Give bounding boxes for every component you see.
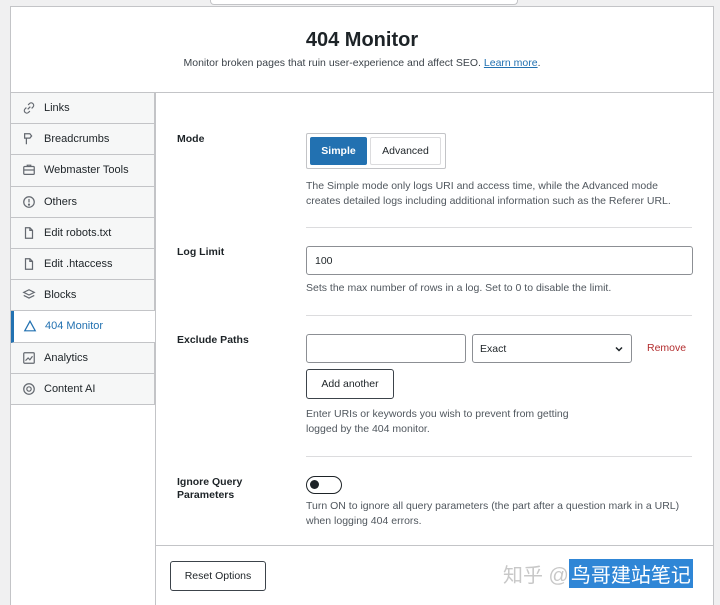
subtitle-text: Monitor broken pages that ruin user-expe…: [183, 57, 481, 69]
sidebar-item-label: Links: [44, 102, 70, 115]
log-limit-label: Log Limit: [177, 246, 225, 258]
exclude-paths-description: Enter URIs or keywords you wish to preve…: [306, 407, 569, 437]
page-title: 404 Monitor: [305, 29, 419, 51]
divider: [306, 315, 692, 316]
sidebar-item-label: Others: [44, 195, 78, 208]
ignore-query-label: Ignore Query Parameters: [177, 476, 277, 502]
reset-options-button[interactable]: Reset Options: [170, 561, 266, 591]
match-type-value: Exact: [480, 342, 507, 355]
sidebar-item-webmaster-tools[interactable]: Webmaster Tools: [11, 155, 154, 187]
links-icon: [22, 101, 36, 115]
sidebar-item-breadcrumbs[interactable]: Breadcrumbs: [11, 124, 154, 156]
sidebar-item-content-ai[interactable]: Content AI: [11, 374, 154, 405]
sidebar-item-edit-htaccess[interactable]: Edit .htaccess: [11, 249, 154, 281]
add-another-button[interactable]: Add another: [306, 369, 394, 399]
toggle-knob: [310, 480, 319, 489]
mode-toggle-group: Simple Advanced: [306, 133, 446, 169]
top-tab-edge: [210, 0, 518, 5]
exclude-paths-label: Exclude Paths: [177, 334, 249, 346]
exclude-desc-line: logged by the 404 monitor.: [306, 423, 430, 435]
sidebar-item-links[interactable]: Links: [11, 93, 154, 125]
file-icon: [22, 226, 36, 240]
blocks-icon: [22, 288, 36, 302]
mode-advanced-button[interactable]: Advanced: [370, 137, 441, 165]
others-icon: [22, 195, 36, 209]
mode-desc-line: creates detailed logs including addition…: [306, 195, 671, 207]
sidebar-item-others[interactable]: Others: [11, 187, 154, 218]
log-limit-description: Sets the max number of rows in a log. Se…: [306, 282, 612, 294]
warning-icon: [23, 319, 37, 333]
subtitle-period: .: [537, 57, 541, 69]
ignore-desc-line: Turn ON to ignore all query parameters (…: [306, 500, 680, 512]
sidebar-item-label: Edit .htaccess: [44, 258, 113, 271]
settings-sidebar: Links Breadcrumbs Webmaster Tools Others…: [11, 93, 155, 405]
ignore-query-description: Turn ON to ignore all query parameters (…: [306, 499, 679, 529]
analytics-icon: [22, 351, 36, 365]
sidebar-item-label: Webmaster Tools: [44, 164, 129, 177]
sidebar-item-label: Edit robots.txt: [44, 226, 112, 239]
sidebar-item-label: Blocks: [44, 289, 77, 302]
match-type-select[interactable]: Exact: [472, 334, 632, 363]
mode-desc-line: The Simple mode only logs URI and access…: [306, 180, 658, 192]
mode-description: The Simple mode only logs URI and access…: [306, 179, 671, 209]
sidebar-item-label: Content AI: [44, 383, 96, 396]
page-header: 404 Monitor Monitor broken pages that ru…: [11, 7, 713, 93]
exclude-path-input[interactable]: [306, 334, 466, 363]
watermark: 知乎 @ 鸟哥建站笔记: [503, 558, 693, 588]
log-limit-input[interactable]: 100: [306, 246, 693, 275]
sidebar-item-label: 404 Monitor: [45, 320, 104, 333]
ignore-query-label-line: Ignore Query: [177, 476, 243, 488]
sidebar-item-label: Breadcrumbs: [44, 133, 110, 146]
file-icon: [22, 257, 36, 271]
settings-panel: 404 Monitor Monitor broken pages that ru…: [10, 6, 714, 605]
page-subtitle: Monitor broken pages that ruin user-expe…: [11, 57, 713, 69]
sidebar-item-404-monitor[interactable]: 404 Monitor: [11, 311, 155, 343]
watermark-prefix: 知乎 @: [503, 564, 569, 587]
ignore-query-toggle[interactable]: [306, 476, 342, 494]
ignore-query-label-line: Parameters: [177, 489, 235, 501]
ignore-desc-line: when logging 404 errors.: [306, 515, 422, 527]
exclude-desc-line: Enter URIs or keywords you wish to preve…: [306, 408, 569, 420]
mode-label: Mode: [177, 133, 205, 145]
settings-content: Mode Simple Advanced The Simple mode onl…: [155, 93, 713, 545]
sidebar-item-edit-robots[interactable]: Edit robots.txt: [11, 218, 154, 249]
sidebar-item-blocks[interactable]: Blocks: [11, 280, 154, 312]
chevron-down-icon: [613, 343, 625, 355]
sidebar-item-analytics[interactable]: Analytics: [11, 343, 154, 374]
webmaster-tools-icon: [22, 163, 36, 177]
breadcrumbs-icon: [22, 132, 36, 146]
sidebar-item-label: Analytics: [44, 351, 89, 364]
watermark-highlight: 鸟哥建站笔记: [568, 558, 693, 588]
remove-path-link[interactable]: Remove: [647, 342, 686, 354]
divider: [306, 456, 692, 457]
learn-more-link[interactable]: Learn more: [484, 57, 538, 69]
divider: [306, 227, 692, 228]
mode-simple-button[interactable]: Simple: [310, 137, 367, 165]
content-ai-icon: [22, 382, 36, 396]
